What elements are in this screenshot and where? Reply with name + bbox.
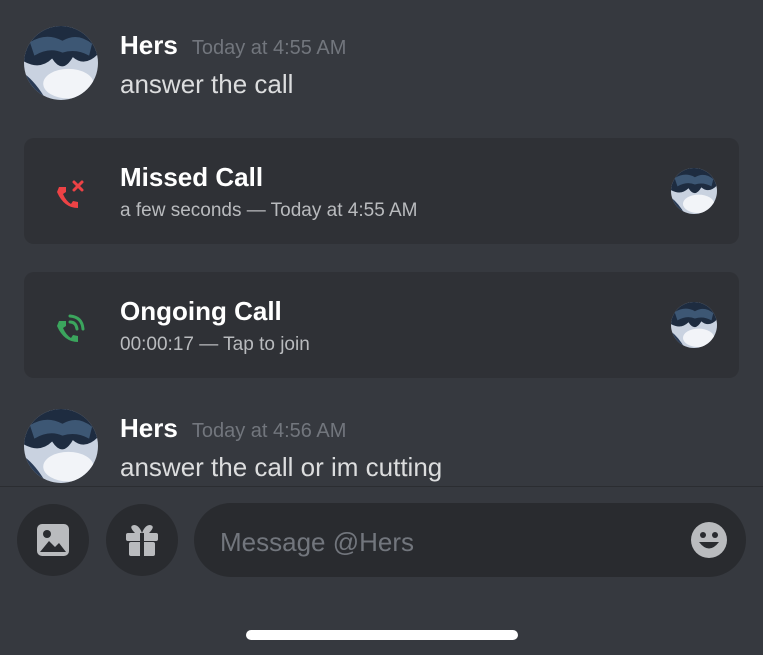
message[interactable]: Hers Today at 4:56 AM answer the call or… bbox=[24, 409, 442, 483]
message-placeholder: Message @Hers bbox=[220, 527, 415, 557]
message-timestamp: Today at 4:55 AM bbox=[191, 37, 347, 59]
participant-avatar bbox=[671, 168, 717, 214]
message-author[interactable]: Hers bbox=[120, 30, 178, 61]
avatar[interactable] bbox=[24, 409, 98, 483]
message-body: Hers Today at 4:56 AM answer the call or… bbox=[120, 413, 442, 483]
participant-avatar bbox=[671, 302, 717, 348]
message-input[interactable]: Message @Hers bbox=[194, 503, 746, 577]
call-title: Missed Call bbox=[120, 162, 264, 192]
gift-button[interactable] bbox=[106, 504, 178, 576]
message-author[interactable]: Hers bbox=[120, 413, 178, 444]
missed-call-card[interactable]: Missed Call a few seconds — Today at 4:5… bbox=[24, 138, 739, 244]
message[interactable]: Hers Today at 4:55 AM answer the call bbox=[24, 26, 346, 100]
avatar[interactable] bbox=[24, 26, 98, 100]
emoji-icon[interactable] bbox=[690, 521, 728, 559]
attach-image-button[interactable] bbox=[17, 504, 89, 576]
message-timestamp: Today at 4:56 AM bbox=[191, 420, 347, 442]
message-body: Hers Today at 4:55 AM answer the call bbox=[120, 30, 346, 100]
ongoing-call-card[interactable]: Ongoing Call 00:00:17 — Tap to join bbox=[24, 272, 739, 378]
image-icon bbox=[37, 524, 69, 556]
message-text: answer the call bbox=[120, 69, 294, 99]
call-title: Ongoing Call bbox=[120, 296, 282, 326]
call-subtitle: a few seconds — Today at 4:55 AM bbox=[120, 200, 418, 221]
home-indicator[interactable] bbox=[246, 630, 518, 640]
composer-divider bbox=[0, 486, 763, 487]
message-text: answer the call or im cutting bbox=[120, 452, 443, 482]
ongoing-call-icon bbox=[57, 314, 85, 342]
missed-call-icon bbox=[57, 180, 84, 208]
gift-icon bbox=[126, 525, 158, 556]
call-subtitle: 00:00:17 — Tap to join bbox=[120, 334, 310, 355]
